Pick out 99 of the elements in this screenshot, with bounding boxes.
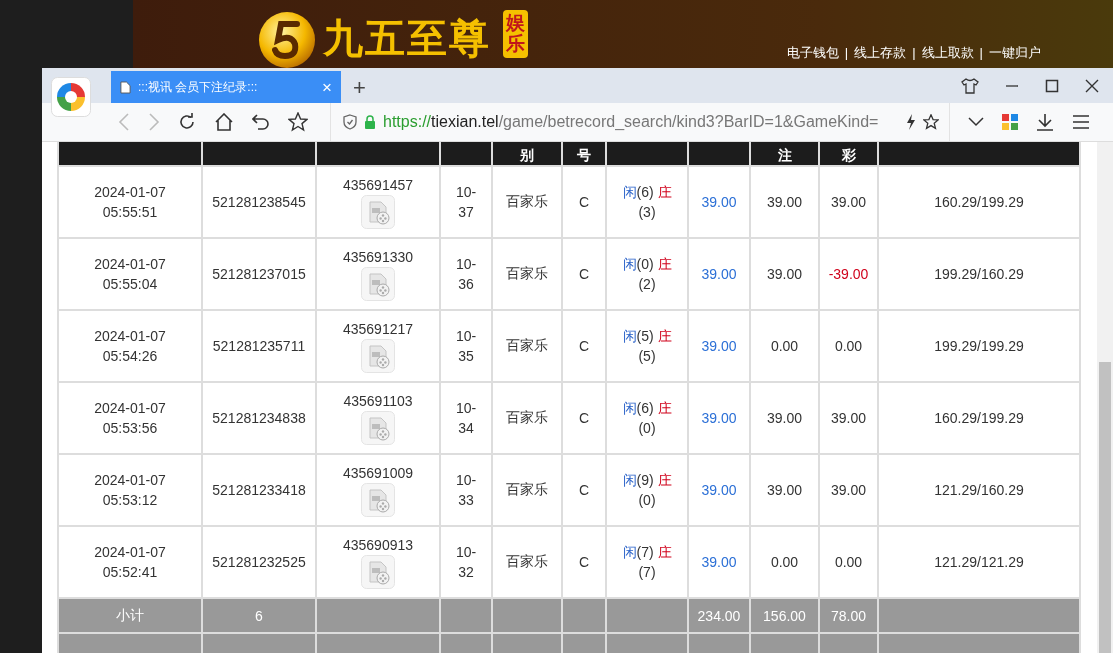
table-cell: 521281233418 [202, 454, 316, 526]
table-cell-text: 2024-01-07 05:53:12 [93, 471, 167, 510]
table-cell-text: 2024-01-07 05:55:04 [93, 255, 167, 294]
menu-icon[interactable] [1072, 114, 1090, 130]
header-link[interactable]: 线上取款 [921, 44, 974, 62]
shield-icon [343, 114, 357, 130]
table-cell: 0.00 [819, 310, 878, 382]
round-number: 435691009 [341, 465, 415, 481]
table-cell: 百家乐 [492, 238, 562, 310]
table-cell-text: 10-34 [454, 399, 478, 438]
round-number: 435691330 [341, 249, 415, 265]
close-icon[interactable] [1085, 78, 1099, 93]
table-cell: 39.00 [819, 382, 878, 454]
round-number: 435691457 [341, 177, 415, 193]
shirt-icon[interactable] [961, 77, 979, 94]
table-cell: 160.29/199.29 [878, 382, 1080, 454]
scrollbar[interactable] [1097, 142, 1113, 653]
table-cell: 39.00 [750, 166, 819, 238]
tab-title: :::视讯 会员下注纪录::: [138, 78, 259, 96]
table-cell-text: 闲(6) 庄 (3) [621, 183, 673, 222]
round-number: 435691103 [342, 393, 414, 409]
table-cell: 39.00 [750, 238, 819, 310]
table-cell: 百家乐 [492, 382, 562, 454]
table-cell: 121.29/160.29 [878, 454, 1080, 526]
table-cell: 521281238545 [202, 166, 316, 238]
chevron-down-icon[interactable] [968, 117, 984, 127]
table-cell: 39.00 [688, 238, 750, 310]
round-number: 435691217 [341, 321, 415, 337]
brand-title: 九五至尊 [323, 13, 491, 63]
table-cell: 6 [202, 598, 316, 633]
download-icon[interactable] [1036, 113, 1054, 131]
header-link[interactable]: 电子钱包 [786, 44, 839, 62]
round-number: 435690913 [341, 537, 415, 553]
table-cell: -39.00 [819, 238, 878, 310]
table-cell-text: 10-37 [454, 183, 478, 222]
logo-icon [257, 10, 317, 70]
column-header: 彩 [841, 147, 856, 163]
table-cell: C [562, 310, 606, 382]
reload-icon[interactable] [178, 113, 196, 131]
url-text: https://tiexian.tel/game/betrecord_search/kind3?BarID=1&GameKind= [383, 113, 880, 131]
table-cell: 78.00 [819, 598, 878, 633]
maximize-icon[interactable] [1045, 78, 1059, 93]
home-icon[interactable] [214, 113, 234, 131]
table-cell-text: 10-33 [454, 471, 478, 510]
table-cell: 39.00 [750, 454, 819, 526]
table-cell: C [562, 454, 606, 526]
column-header: 号 [577, 147, 591, 163]
apps-grid-icon[interactable] [1002, 114, 1018, 130]
header-link[interactable]: 一键归户 [989, 44, 1041, 62]
link-separator: | [844, 45, 849, 60]
table-cell: 39.00 [750, 382, 819, 454]
table-cell-text: 闲(5) 庄 (5) [621, 327, 673, 366]
table-cell: 39.00 [688, 166, 750, 238]
table-cell-text: 2024-01-07 05:54:26 [93, 327, 167, 366]
column-header: 别 [520, 147, 534, 163]
table-cell: 160.29/199.29 [878, 166, 1080, 238]
table-cell-text: 闲(7) 庄 (7) [621, 543, 673, 582]
table-cell-text: 2024-01-07 05:55:51 [93, 183, 167, 222]
table-cell: 521281237015 [202, 238, 316, 310]
table-cell: 234.00 [688, 598, 750, 633]
table-cell-text: 闲(9) 庄 (0) [621, 471, 673, 510]
table-cell: 156.00 [750, 598, 819, 633]
column-header: 注 [777, 147, 792, 163]
link-separator: | [979, 45, 983, 60]
star-icon[interactable] [923, 114, 939, 130]
table-cell: 39.00 [688, 310, 750, 382]
table-cell: 521281235711 [202, 310, 316, 382]
brand-badge: 娱乐 [503, 10, 528, 58]
link-separator: | [912, 45, 916, 60]
table-cell: 39.00 [688, 454, 750, 526]
undo-icon[interactable] [252, 113, 270, 131]
table-cell: 199.29/160.29 [878, 238, 1080, 310]
new-tab-button[interactable]: + [353, 77, 366, 99]
table-cell: 39.00 [819, 166, 878, 238]
table-cell: 百家乐 [492, 166, 562, 238]
browser-logo-icon[interactable] [51, 77, 91, 117]
table-cell-text: 2024-01-07 05:53:56 [93, 399, 167, 438]
table-cell: 521281234838 [202, 382, 316, 454]
lightning-icon[interactable] [906, 114, 916, 130]
table-cell: 199.29/199.29 [878, 310, 1080, 382]
table-cell: 百家乐 [492, 310, 562, 382]
table-cell: 39.00 [688, 382, 750, 454]
table-cell-text: 10-36 [454, 255, 478, 294]
table-cell-text: 10-32 [454, 543, 478, 582]
table-cell: 百家乐 [492, 454, 562, 526]
star-icon[interactable] [288, 112, 308, 132]
table-cell-text: 闲(0) 庄 (2) [621, 255, 673, 294]
table-cell: 39.00 [819, 454, 878, 526]
table-cell-text: 闲(6) 庄 (0) [621, 399, 673, 438]
table-cell: C [562, 238, 606, 310]
table-cell: C [562, 382, 606, 454]
table-cell: 小计 [58, 598, 202, 633]
lock-icon [364, 115, 376, 129]
table-cell-text: 2024-01-07 05:52:41 [93, 543, 167, 582]
table-cell: 0.00 [750, 310, 819, 382]
header-link[interactable]: 线上存款 [854, 44, 907, 62]
table-cell: C [562, 166, 606, 238]
table-cell-text: 10-35 [454, 327, 478, 366]
page-icon [120, 80, 131, 94]
